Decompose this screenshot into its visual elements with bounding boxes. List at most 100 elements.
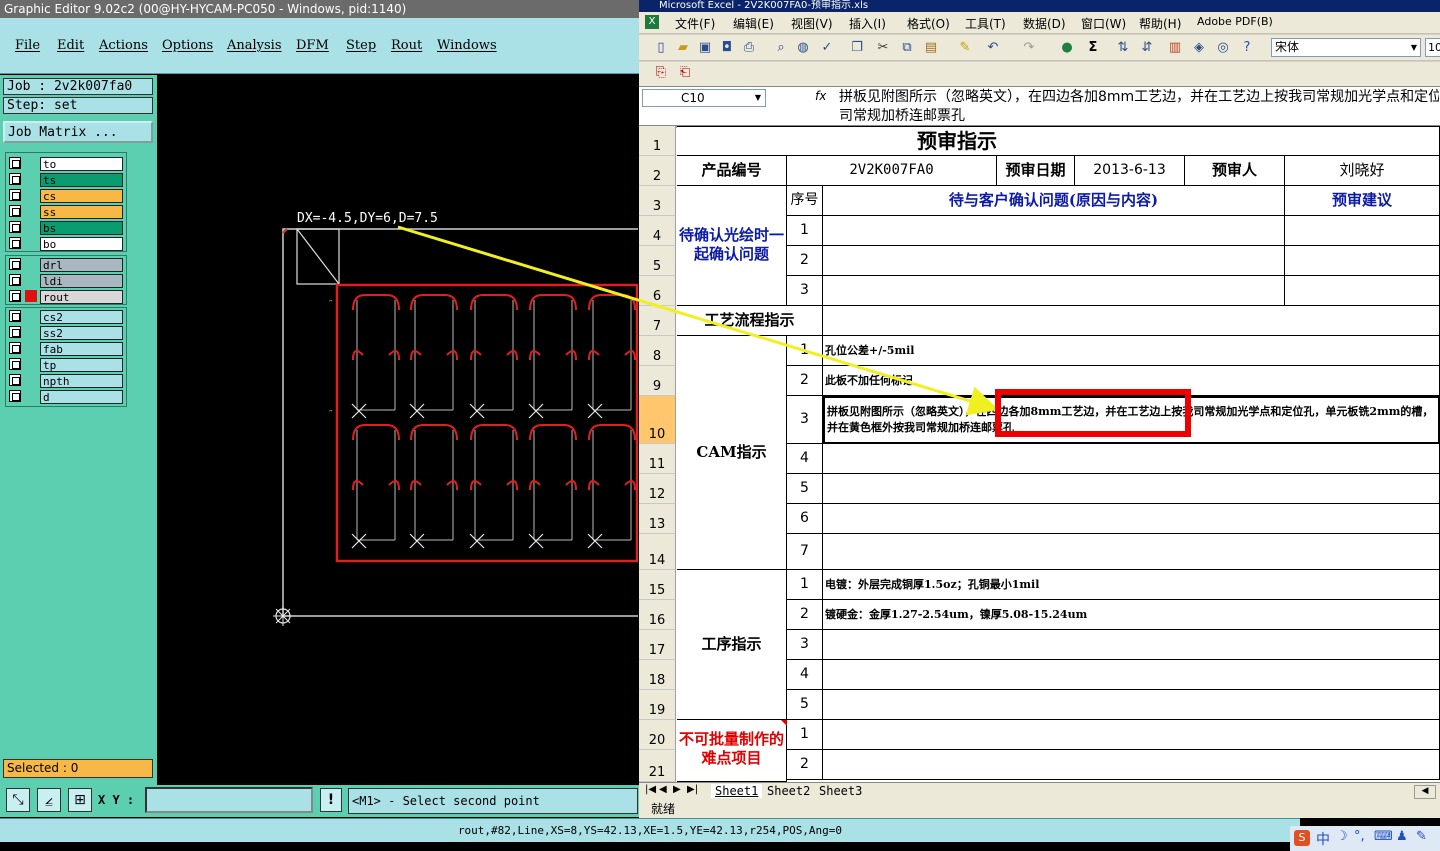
spelling-icon[interactable]: ✓	[819, 40, 835, 56]
first-sheet-icon[interactable]: |◀	[645, 784, 656, 795]
layer-drl[interactable]: drl	[40, 258, 123, 272]
confirm-section-label[interactable]: 待确认光绘时一起确认问题	[677, 186, 787, 306]
menu-edit[interactable]: Edit	[57, 38, 84, 53]
layer-checkbox[interactable]	[9, 326, 21, 338]
measure-icon[interactable]: ⦤	[37, 788, 61, 812]
layer-ts[interactable]: ts	[40, 173, 123, 187]
research-icon[interactable]: ◍	[795, 40, 811, 56]
confirm-suggestion-cell[interactable]	[1285, 246, 1440, 276]
row-header[interactable]: 3	[639, 186, 676, 216]
menu-help[interactable]: 帮助(H)	[1139, 15, 1181, 32]
layer-color-swatch[interactable]	[25, 290, 37, 302]
cam-text-cell[interactable]	[823, 474, 1440, 504]
confirm-question-cell[interactable]	[823, 276, 1285, 306]
next-sheet-icon[interactable]: ▶	[673, 784, 681, 795]
layer-checkbox[interactable]	[9, 390, 21, 402]
graphic-canvas[interactable]: ᵔ ᵔ DX=-4.5,DY=6,D=7.5	[157, 75, 638, 785]
row-header[interactable]: 7	[639, 306, 676, 336]
row-header[interactable]: 13	[639, 504, 676, 534]
row-header[interactable]: 2	[639, 156, 676, 186]
prev-sheet-icon[interactable]: ◀	[659, 784, 667, 795]
worksheet-grid[interactable]: A B 123456789101112131415161718192021 预审…	[639, 126, 1440, 782]
layer-rout[interactable]: rout	[40, 290, 123, 304]
copy-icon[interactable]: ⧉	[899, 40, 915, 56]
autosum-icon[interactable]: Σ	[1085, 40, 1101, 56]
operation-text-cell[interactable]: 电镀：外层完成铜厚1.5oz；孔铜最小1mil	[823, 570, 1440, 600]
cam-seq-cell[interactable]: 6	[787, 504, 823, 534]
menu-options[interactable]: Options	[162, 38, 213, 53]
date-value[interactable]: 2013-6-13	[1075, 156, 1185, 186]
tab-sheet2[interactable]: Sheet2	[763, 784, 814, 798]
layer-checkbox[interactable]	[9, 310, 21, 322]
paste-icon[interactable]: ▤	[923, 40, 939, 56]
open-icon[interactable]: ▰	[675, 40, 691, 56]
menu-tools[interactable]: 工具(T)	[965, 15, 1006, 32]
chart-wizard-icon[interactable]: ▥	[1167, 40, 1183, 56]
difficult-section-label[interactable]: 不可批量制作的难点项目	[677, 720, 787, 782]
operation-seq-cell[interactable]: 1	[787, 570, 823, 600]
cam-seq-cell[interactable]: 5	[787, 474, 823, 504]
job-matrix-button[interactable]: Job Matrix ...	[3, 121, 153, 143]
row-header[interactable]: 5	[639, 246, 676, 276]
keyboard-icon[interactable]: ⌨	[1374, 829, 1393, 844]
ime-logo-icon[interactable]: S	[1294, 830, 1310, 846]
layer-checkbox[interactable]	[9, 189, 21, 201]
suggestion-header[interactable]: 预审建议	[1285, 186, 1440, 216]
sort-ascending-icon[interactable]: ⇅	[1115, 40, 1131, 56]
operation-seq-cell[interactable]: 3	[787, 630, 823, 660]
excel-app-icon[interactable]: X	[645, 15, 659, 29]
permission-icon[interactable]: ◘	[719, 40, 735, 56]
menu-insert[interactable]: 插入(I)	[849, 15, 886, 32]
layer-color-swatch[interactable]	[25, 274, 37, 286]
ime-language[interactable]: 中	[1316, 829, 1330, 849]
menu-rout[interactable]: Rout	[391, 38, 422, 53]
layer-color-swatch[interactable]	[25, 189, 37, 201]
row-header[interactable]: 8	[639, 336, 676, 366]
research-book-icon[interactable]: ❐	[849, 40, 865, 56]
layer-color-swatch[interactable]	[25, 342, 37, 354]
row-header[interactable]: 20	[639, 720, 676, 750]
punctuation-icon[interactable]: °,	[1354, 829, 1365, 844]
fx-icon[interactable]: fx	[815, 89, 826, 103]
scroll-left-icon[interactable]: ◀	[1414, 785, 1436, 799]
row-header[interactable]: 16	[639, 600, 676, 630]
cam-seq-cell[interactable]: 4	[787, 444, 823, 474]
menu-actions[interactable]: Actions	[99, 38, 148, 53]
layer-checkbox[interactable]	[9, 358, 21, 370]
confirm-question-cell[interactable]	[823, 216, 1285, 246]
tab-sheet3[interactable]: Sheet3	[815, 784, 866, 798]
moon-icon[interactable]: ☽	[1336, 829, 1348, 844]
operation-text-cell[interactable]	[823, 660, 1440, 690]
menu-dfm[interactable]: DFM	[296, 38, 329, 53]
layer-checkbox[interactable]	[9, 173, 21, 185]
confirm-seq-cell[interactable]: 1	[787, 216, 823, 246]
process-section-label[interactable]: 工艺流程指示	[677, 306, 823, 336]
pdf-email-icon[interactable]: ⎗	[677, 65, 693, 81]
reviewer-value[interactable]: 刘晓好	[1285, 156, 1440, 186]
row-header[interactable]: 10	[639, 396, 676, 444]
difficult-seq-cell[interactable]: 1	[787, 720, 823, 750]
difficult-seq-cell[interactable]: 2	[787, 750, 823, 780]
operation-seq-cell[interactable]: 5	[787, 690, 823, 720]
row-header[interactable]: 15	[639, 570, 676, 600]
confirm-question-cell[interactable]	[823, 246, 1285, 276]
difficult-text-cell[interactable]	[823, 750, 1440, 780]
layer-color-swatch[interactable]	[25, 157, 37, 169]
cam-text-cell[interactable]	[823, 504, 1440, 534]
cam-seq-cell[interactable]: 2	[787, 366, 823, 396]
row-header[interactable]: 21	[639, 750, 676, 782]
layer-bs[interactable]: bs	[40, 221, 123, 235]
operation-section-label[interactable]: 工序指示	[677, 570, 787, 720]
layer-ss2[interactable]: ss2	[40, 326, 123, 340]
row-header[interactable]: 17	[639, 630, 676, 660]
redo-icon[interactable]: ↷	[1021, 40, 1037, 56]
cam-seq-cell[interactable]: 3	[787, 396, 823, 444]
print-preview-icon[interactable]: ⌕	[773, 40, 789, 56]
sort-descending-icon[interactable]: ⇵	[1139, 40, 1155, 56]
help-icon[interactable]: ?	[1239, 40, 1255, 56]
cut-icon[interactable]: ✂	[875, 40, 891, 56]
menu-step[interactable]: Step	[346, 38, 376, 53]
operation-seq-cell[interactable]: 4	[787, 660, 823, 690]
formula-input[interactable]: 拼板见附图所示（忽略英文），在四边各加8mm工艺边，并在工艺边上按我司常规加光学…	[839, 88, 1439, 106]
layer-ss[interactable]: ss	[40, 205, 123, 219]
